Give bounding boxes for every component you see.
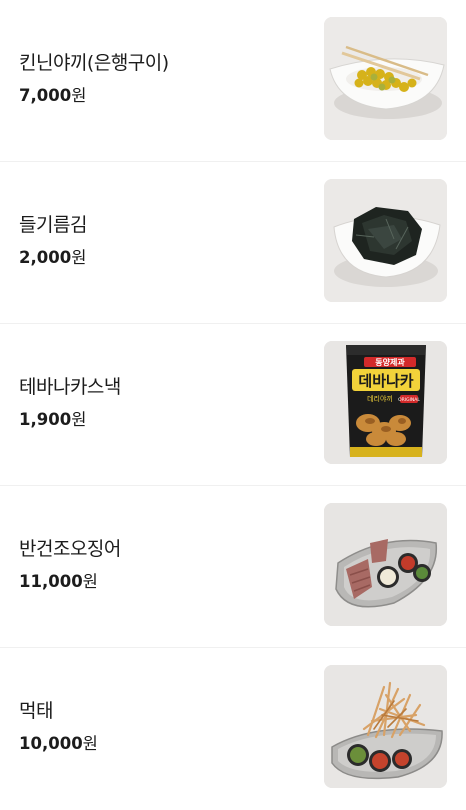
price-currency: 원 <box>82 734 98 753</box>
menu-item-info: 들기름김 2,000원 <box>19 162 309 323</box>
snack-bag-flavor: 데리야끼 <box>367 394 393 403</box>
menu-item-info: 킨닌야끼(은행구이) 7,000원 <box>19 0 309 161</box>
menu-item-name: 킨닌야끼(은행구이) <box>19 52 169 74</box>
dried-pollock-platter-image <box>324 665 447 788</box>
price-amount: 11,000 <box>19 572 83 591</box>
menu-item-info: 테바나카스낵 1,900원 <box>19 324 309 485</box>
ginkgo-skewer-dish-image <box>324 17 447 140</box>
price-amount: 7,000 <box>19 86 72 105</box>
price-amount: 1,900 <box>19 410 72 429</box>
price-currency: 원 <box>71 248 87 267</box>
snack-bag-brand: 동양제과 <box>375 357 405 367</box>
menu-item[interactable]: 킨닌야끼(은행구이) 7,000원 <box>0 0 466 162</box>
seasoned-laver-dish-image <box>324 179 447 302</box>
menu-item-info: 반건조오징어 11,000원 <box>19 486 309 647</box>
snack-bag-title: 데바나카 <box>358 372 413 390</box>
price-amount: 2,000 <box>19 248 72 267</box>
menu-item-price: 1,900원 <box>19 406 86 430</box>
menu-item-photo[interactable] <box>324 503 447 626</box>
menu-item[interactable]: 테바나카스낵 1,900원 동양제과 데바나카 데리야끼 ORIGINAL <box>0 324 466 486</box>
price-currency: 원 <box>82 572 98 591</box>
menu-item[interactable]: 먹태 10,000원 <box>0 648 466 810</box>
menu-item-photo[interactable] <box>324 665 447 788</box>
menu-item-price: 7,000원 <box>19 82 86 106</box>
menu-item-name: 먹태 <box>19 700 53 722</box>
menu-item-name: 테바나카스낵 <box>19 376 121 398</box>
menu-item-photo[interactable] <box>324 17 447 140</box>
menu-item-photo[interactable] <box>324 179 447 302</box>
price-amount: 10,000 <box>19 734 83 753</box>
menu-item-name: 들기름김 <box>19 214 87 236</box>
menu-item-name: 반건조오징어 <box>19 538 121 560</box>
menu-item-price: 2,000원 <box>19 244 86 268</box>
menu-item[interactable]: 반건조오징어 11,000원 <box>0 486 466 648</box>
price-currency: 원 <box>71 410 87 429</box>
menu-item-photo[interactable]: 동양제과 데바나카 데리야끼 ORIGINAL <box>324 341 447 464</box>
snack-bag-image: 동양제과 데바나카 데리야끼 ORIGINAL <box>324 341 447 464</box>
menu-item-price: 10,000원 <box>19 730 98 754</box>
dried-squid-platter-image <box>324 503 447 626</box>
menu-item-price: 11,000원 <box>19 568 98 592</box>
menu-item-info: 먹태 10,000원 <box>19 648 309 810</box>
snack-bag-tag: ORIGINAL <box>398 397 420 403</box>
menu-list: 킨닌야끼(은행구이) 7,000원 들기름김 2,000원 테바나카스낵 1,9… <box>0 0 466 810</box>
price-currency: 원 <box>71 86 87 105</box>
menu-item[interactable]: 들기름김 2,000원 <box>0 162 466 324</box>
